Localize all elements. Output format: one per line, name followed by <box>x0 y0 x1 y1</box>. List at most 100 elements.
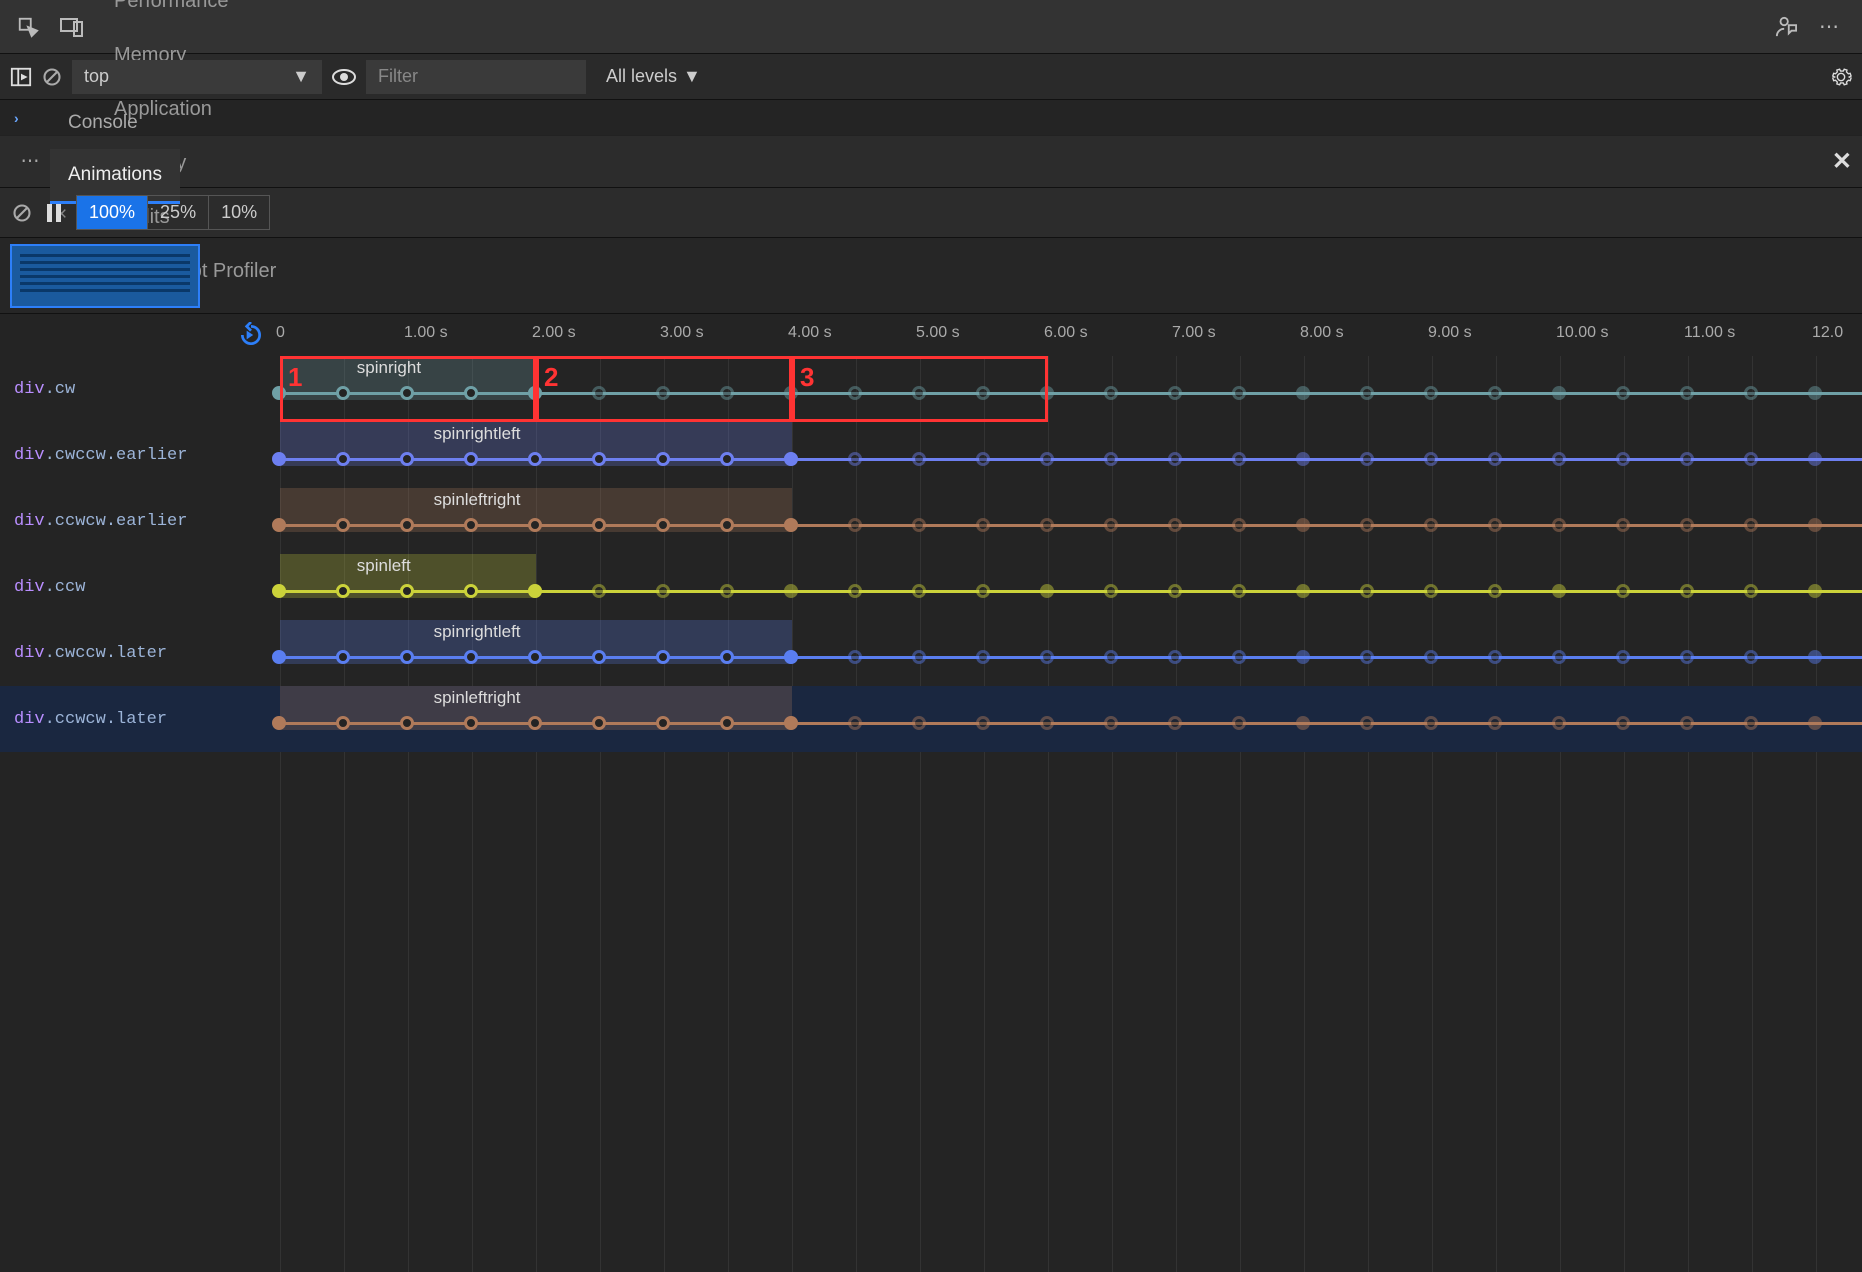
keyframe-dot-repeat <box>1232 650 1246 664</box>
feedback-icon[interactable] <box>1766 7 1806 47</box>
keyframe-dot[interactable] <box>592 452 606 466</box>
console-settings-icon[interactable] <box>1830 66 1852 88</box>
keyframe-dot[interactable] <box>720 452 734 466</box>
anim-row-cwccw-earlier[interactable]: div.cwccw.earlierspinrightleft <box>0 422 1862 488</box>
anim-row-ccw[interactable]: div.ccwspinleft <box>0 554 1862 620</box>
replay-icon[interactable] <box>238 322 264 348</box>
anim-row-cw[interactable]: div.cwspinright <box>0 356 1862 422</box>
keyframe-dot[interactable] <box>464 452 478 466</box>
keyframe-dot[interactable] <box>528 716 542 730</box>
keyframe-dot-repeat <box>1360 452 1374 466</box>
keyframe-dot[interactable] <box>336 650 350 664</box>
iteration-marker <box>1808 452 1822 466</box>
keyframe-dot-repeat <box>976 584 990 598</box>
anim-track[interactable]: spinleftright <box>280 488 1862 554</box>
keyframe-dot[interactable] <box>336 386 350 400</box>
clear-console-icon[interactable] <box>42 60 62 94</box>
speed-10pct[interactable]: 10% <box>209 196 269 229</box>
keyframe-dot[interactable] <box>528 518 542 532</box>
iteration-marker <box>1296 650 1310 664</box>
device-toggle-icon[interactable] <box>52 7 92 47</box>
anim-track[interactable]: spinrightleft <box>280 620 1862 686</box>
anim-name-label: spinrightleft <box>434 622 521 642</box>
keyframe-dot-repeat <box>976 650 990 664</box>
log-levels-dropdown[interactable]: All levels ▼ <box>596 60 711 94</box>
drawer-tab-console[interactable]: Console <box>50 97 180 149</box>
keyframe-dot[interactable] <box>400 650 414 664</box>
annotation-number: 1 <box>288 362 302 393</box>
anim-track[interactable]: spinright <box>280 356 1862 422</box>
keyframe-dot[interactable] <box>528 650 542 664</box>
keyframe-dot-repeat <box>1104 386 1118 400</box>
keyframe-dot-repeat <box>1744 584 1758 598</box>
keyframe-dot[interactable] <box>400 518 414 532</box>
keyframe-dot[interactable] <box>336 452 350 466</box>
keyframe-dot[interactable] <box>656 452 670 466</box>
tab-performance[interactable]: Performance <box>96 0 294 28</box>
anim-name-label: spinrightleft <box>434 424 521 444</box>
keyframe-dot[interactable] <box>464 584 478 598</box>
timeline-ruler[interactable]: 01.00 s2.00 s3.00 s4.00 s5.00 s6.00 s7.0… <box>280 314 1862 356</box>
keyframe-dot[interactable] <box>272 452 286 466</box>
animation-group-thumb[interactable] <box>10 244 200 308</box>
keyframe-dot[interactable] <box>528 452 542 466</box>
keyframe-dot[interactable] <box>464 386 478 400</box>
keyframe-dot[interactable] <box>592 650 606 664</box>
keyframe-dot-repeat <box>912 716 926 730</box>
keyframe-dot[interactable] <box>336 716 350 730</box>
keyframe-dot[interactable] <box>720 650 734 664</box>
anim-row-ccwcw-earlier[interactable]: div.ccwcw.earlierspinleftright <box>0 488 1862 554</box>
keyframe-dot[interactable] <box>592 518 606 532</box>
keyframe-dot-repeat <box>848 452 862 466</box>
keyframe-dot-repeat <box>976 386 990 400</box>
keyframe-dot[interactable] <box>592 716 606 730</box>
keyframe-dot-repeat <box>1104 452 1118 466</box>
keyframe-dot-repeat <box>1168 650 1182 664</box>
more-icon[interactable]: ⋯ <box>1810 7 1850 47</box>
keyframe-dot[interactable] <box>336 584 350 598</box>
keyframe-dot-repeat <box>1104 518 1118 532</box>
keyframe-dot-repeat <box>1232 716 1246 730</box>
keyframe-dot[interactable] <box>720 716 734 730</box>
clear-animations-icon[interactable] <box>12 203 32 223</box>
anim-row-ccwcw-later[interactable]: div.ccwcw.laterspinleftright <box>0 686 1862 752</box>
drawer-more-icon[interactable]: ⋯ <box>10 150 50 173</box>
pause-icon[interactable] <box>46 204 62 222</box>
keyframe-dot[interactable] <box>400 452 414 466</box>
anim-track[interactable]: spinrightleft <box>280 422 1862 488</box>
keyframe-dot[interactable] <box>272 386 286 400</box>
keyframe-dot[interactable] <box>400 386 414 400</box>
inspect-icon[interactable] <box>8 7 48 47</box>
keyframe-dot-repeat <box>1424 584 1438 598</box>
keyframe-dot[interactable] <box>464 518 478 532</box>
toggle-sidebar-icon[interactable] <box>10 60 32 94</box>
anim-track[interactable]: spinleft <box>280 554 1862 620</box>
keyframe-dot[interactable] <box>272 584 286 598</box>
keyframe-dot-repeat <box>1104 716 1118 730</box>
keyframe-dot[interactable] <box>272 716 286 730</box>
keyframe-dot[interactable] <box>656 518 670 532</box>
iteration-marker <box>1040 386 1054 400</box>
keyframe-dot-repeat <box>1488 452 1502 466</box>
keyframe-dot[interactable] <box>656 650 670 664</box>
iteration-marker <box>1296 386 1310 400</box>
keyframe-dot[interactable] <box>464 716 478 730</box>
keyframe-dot[interactable] <box>336 518 350 532</box>
keyframe-dot[interactable] <box>272 518 286 532</box>
keyframe-dot[interactable] <box>720 518 734 532</box>
speed-100pct[interactable]: 100% <box>77 196 148 229</box>
drawer-close-icon[interactable]: ✕ <box>1832 147 1852 176</box>
iteration-marker <box>1296 452 1310 466</box>
keyframe-dot[interactable] <box>464 650 478 664</box>
keyframe-dot[interactable] <box>400 716 414 730</box>
live-expression-icon[interactable] <box>332 60 356 94</box>
keyframe-dot-repeat <box>1616 452 1630 466</box>
speed-25pct[interactable]: 25% <box>148 196 209 229</box>
anim-track[interactable]: spinleftright <box>280 686 1862 752</box>
keyframe-dot[interactable] <box>656 716 670 730</box>
context-select[interactable]: top ▼ <box>72 60 322 94</box>
keyframe-dot[interactable] <box>400 584 414 598</box>
anim-row-cwccw-later[interactable]: div.cwccw.laterspinrightleft <box>0 620 1862 686</box>
filter-input[interactable]: Filter <box>366 60 586 94</box>
keyframe-dot[interactable] <box>272 650 286 664</box>
